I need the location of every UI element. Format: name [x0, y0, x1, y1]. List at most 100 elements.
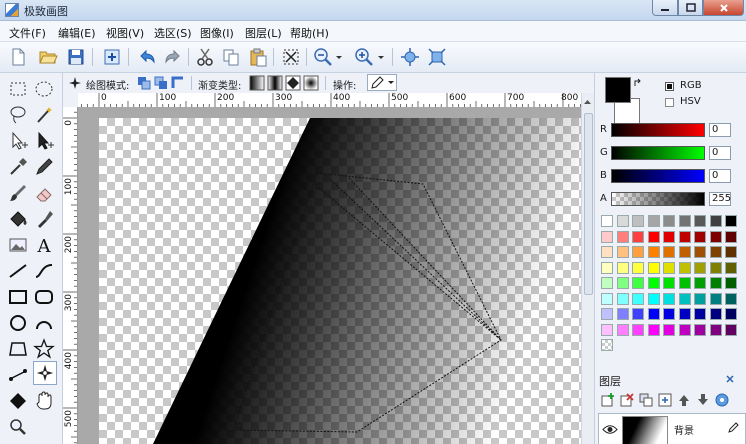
- channel-g-slider[interactable]: [611, 146, 705, 160]
- palette-swatch[interactable]: [725, 292, 737, 305]
- zoom-in-icon[interactable]: [354, 47, 374, 67]
- palette-swatch[interactable]: [678, 261, 691, 274]
- polygon-tool[interactable]: [7, 338, 29, 360]
- hsv-radio[interactable]: [665, 98, 674, 107]
- palette-swatch[interactable]: [694, 230, 706, 243]
- channel-r-value[interactable]: 0: [709, 123, 731, 137]
- palette-swatch[interactable]: [694, 215, 706, 227]
- channel-a-slider[interactable]: [611, 192, 705, 206]
- merge-layer-icon[interactable]: [658, 393, 672, 407]
- palette-swatch[interactable]: [632, 277, 644, 289]
- fit-window-icon[interactable]: [400, 47, 420, 67]
- reflected-gradient-icon[interactable]: [267, 75, 283, 91]
- palette-swatch[interactable]: [709, 261, 722, 274]
- palette-swatch[interactable]: [663, 308, 675, 320]
- curve-tool[interactable]: [33, 260, 55, 282]
- arc-tool[interactable]: [33, 312, 55, 334]
- palette-swatch-empty[interactable]: [601, 339, 613, 351]
- menu-image[interactable]: 图像(I): [200, 25, 234, 41]
- palette-swatch[interactable]: [678, 292, 691, 305]
- palette-swatch[interactable]: [678, 277, 691, 289]
- operation-dropdown[interactable]: [367, 74, 397, 91]
- close-icon[interactable]: [725, 374, 735, 384]
- rgb-radio[interactable]: [665, 82, 674, 91]
- palette-swatch[interactable]: [709, 292, 722, 305]
- palette-swatch[interactable]: [647, 261, 660, 274]
- gradient-tool[interactable]: [33, 361, 57, 385]
- primary-color-swatch[interactable]: [605, 77, 631, 103]
- palette-swatch[interactable]: [678, 230, 691, 243]
- undo-icon[interactable]: [137, 47, 157, 67]
- palette-swatch[interactable]: [601, 215, 613, 227]
- palette-swatch[interactable]: [725, 308, 737, 320]
- palette-swatch[interactable]: [709, 323, 722, 336]
- zoom-tool[interactable]: [7, 416, 29, 438]
- palette-swatch[interactable]: [725, 230, 737, 243]
- cut-icon[interactable]: [195, 47, 215, 67]
- close-button[interactable]: [703, 0, 744, 16]
- palette-swatch[interactable]: [709, 277, 722, 289]
- palette-swatch[interactable]: [725, 246, 737, 258]
- ellipse-tool[interactable]: [7, 312, 29, 334]
- palette-swatch[interactable]: [663, 277, 675, 289]
- palette-swatch[interactable]: [647, 277, 660, 289]
- zoom-out-icon[interactable]: [313, 47, 333, 67]
- channel-b-value[interactable]: 0: [709, 169, 731, 183]
- lasso-tool[interactable]: [7, 104, 29, 126]
- duplicate-layer-icon[interactable]: [639, 393, 653, 407]
- radial-gradient-icon[interactable]: [303, 75, 319, 91]
- color-picker-tool[interactable]: [7, 156, 29, 178]
- new-canvas-icon[interactable]: [102, 47, 122, 67]
- palette-swatch[interactable]: [663, 215, 675, 227]
- delete-layer-icon[interactable]: [620, 393, 634, 407]
- eye-icon[interactable]: [602, 424, 618, 435]
- layer-properties-icon[interactable]: [715, 393, 729, 407]
- deselect-icon[interactable]: [281, 47, 301, 67]
- drawing-canvas[interactable]: [99, 118, 581, 444]
- palette-swatch[interactable]: [632, 323, 644, 336]
- layer-up-icon[interactable]: [677, 393, 691, 407]
- palette-swatch[interactable]: [663, 323, 675, 336]
- freeform-line-tool[interactable]: [7, 364, 29, 386]
- rect-select-tool[interactable]: [7, 78, 29, 100]
- palette-swatch[interactable]: [601, 323, 613, 336]
- copy-icon[interactable]: [221, 47, 241, 67]
- palette-swatch[interactable]: [709, 215, 722, 227]
- palette-swatch[interactable]: [601, 246, 613, 258]
- brush-tool[interactable]: [7, 182, 29, 204]
- palette-swatch[interactable]: [647, 246, 660, 258]
- palette-swatch[interactable]: [725, 323, 737, 336]
- palette-swatch[interactable]: [616, 215, 629, 227]
- palette-swatch[interactable]: [601, 277, 613, 289]
- palette-swatch[interactable]: [601, 308, 613, 320]
- palette-swatch[interactable]: [678, 308, 691, 320]
- palette-swatch[interactable]: [725, 215, 737, 227]
- layer-down-icon[interactable]: [696, 393, 710, 407]
- palette-swatch[interactable]: [694, 261, 706, 274]
- palette-swatch[interactable]: [725, 277, 737, 289]
- palette-swatch[interactable]: [647, 308, 660, 320]
- menu-view[interactable]: 视图(V): [106, 25, 144, 41]
- image-tool[interactable]: [7, 234, 29, 256]
- palette-swatch[interactable]: [709, 230, 722, 243]
- rectangle-tool[interactable]: [7, 286, 29, 308]
- palette-swatch[interactable]: [601, 261, 613, 274]
- diamond-gradient-icon[interactable]: [285, 75, 301, 91]
- paste-icon[interactable]: [248, 47, 268, 67]
- menu-file[interactable]: 文件(F): [9, 25, 46, 41]
- swap-colors-icon[interactable]: [633, 78, 643, 88]
- maximize-button[interactable]: [678, 0, 703, 16]
- clone-stamp-tool[interactable]: [33, 208, 55, 230]
- scrollbar-thumb[interactable]: [584, 113, 593, 295]
- chevron-down-icon[interactable]: [376, 47, 386, 67]
- line-tool[interactable]: [7, 260, 29, 282]
- palette-swatch[interactable]: [616, 292, 629, 305]
- palette-swatch[interactable]: [632, 246, 644, 258]
- palette-swatch[interactable]: [678, 215, 691, 227]
- palette-swatch[interactable]: [694, 308, 706, 320]
- vertical-scrollbar[interactable]: [581, 93, 594, 444]
- scroll-up-icon[interactable]: [583, 98, 592, 107]
- ellipse-select-tool[interactable]: [33, 78, 55, 100]
- open-folder-icon[interactable]: [38, 47, 58, 67]
- palette-swatch[interactable]: [663, 292, 675, 305]
